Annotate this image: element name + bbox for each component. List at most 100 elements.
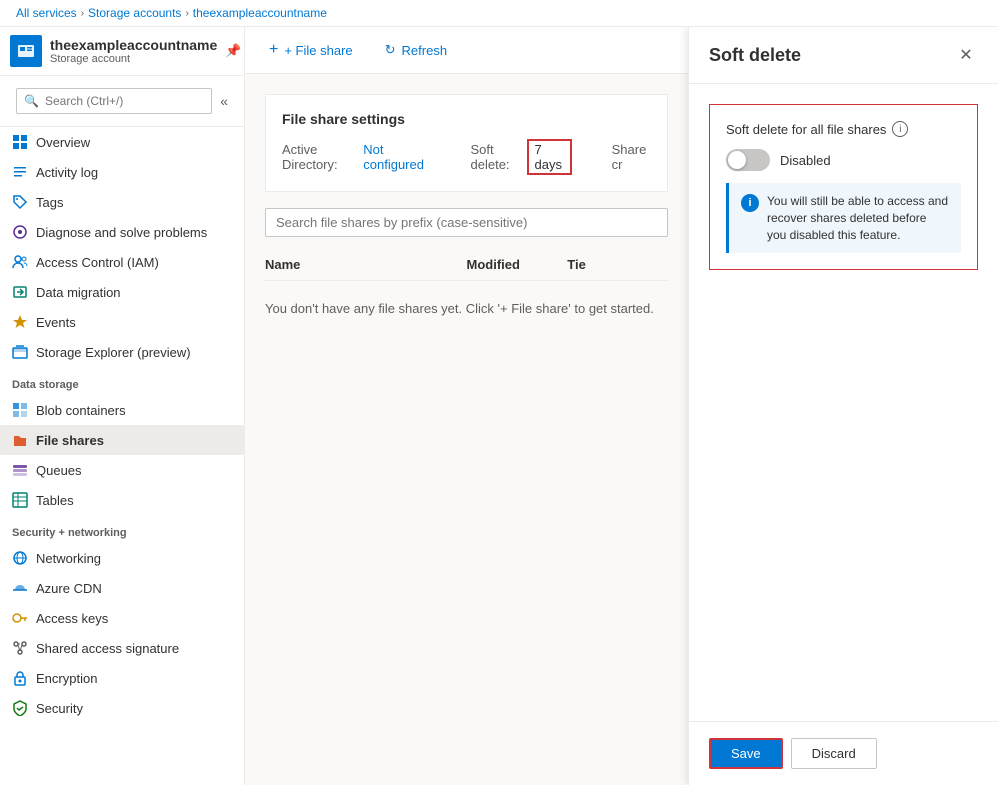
- events-icon: [12, 314, 28, 330]
- breadcrumb-sep1: ›: [81, 8, 84, 19]
- soft-delete-setting: Soft delete: 7 days: [471, 139, 572, 175]
- tables-icon: [12, 492, 28, 508]
- panel-body: Soft delete for all file shares i Disabl…: [689, 84, 998, 721]
- tags-icon: [12, 194, 28, 210]
- shared-access-icon: [12, 640, 28, 656]
- info-tooltip-icon[interactable]: i: [892, 121, 908, 137]
- soft-delete-value[interactable]: 7 days: [527, 139, 572, 175]
- sidebar-item-file-shares[interactable]: File shares: [0, 425, 244, 455]
- breadcrumb-all-services[interactable]: All services: [16, 6, 77, 20]
- col-tier: Tie: [567, 257, 668, 272]
- file-share-search-input[interactable]: [265, 208, 668, 237]
- data-migration-label: Data migration: [36, 285, 121, 300]
- info-icon: i: [741, 194, 759, 212]
- header-icons: 📌 ···: [225, 43, 245, 59]
- soft-delete-toggle[interactable]: [726, 149, 770, 171]
- blob-containers-icon: [12, 402, 28, 418]
- active-directory-label: Active Directory:: [282, 142, 357, 172]
- sidebar-item-shared-access[interactable]: Shared access signature: [0, 633, 244, 663]
- sidebar-item-security[interactable]: Security: [0, 693, 244, 723]
- toggle-container: Disabled: [726, 149, 961, 171]
- storage-explorer-label: Storage Explorer (preview): [36, 345, 191, 360]
- soft-delete-box: Soft delete for all file shares i Disabl…: [709, 104, 978, 270]
- networking-icon: [12, 550, 28, 566]
- data-storage-section-label: Data storage: [0, 367, 244, 395]
- share-cross-label: Share cr: [612, 142, 651, 172]
- panel-title: Soft delete: [709, 45, 801, 66]
- add-file-share-button[interactable]: + + File share: [261, 37, 361, 63]
- settings-row: Active Directory: Not configured Soft de…: [282, 139, 651, 175]
- queues-label: Queues: [36, 463, 82, 478]
- refresh-label: Refresh: [402, 43, 448, 58]
- soft-delete-feature-label: Soft delete for all file shares i: [726, 121, 961, 137]
- share-cross-setting: Share cr: [612, 142, 651, 172]
- active-directory-setting: Active Directory: Not configured: [282, 142, 431, 172]
- tags-label: Tags: [36, 195, 63, 210]
- sidebar-item-networking[interactable]: Networking: [0, 543, 244, 573]
- sidebar-nav: Overview Activity log Tags Diagnose and …: [0, 127, 244, 785]
- sidebar-item-blob-containers[interactable]: Blob containers: [0, 395, 244, 425]
- sidebar-item-data-migration[interactable]: Data migration: [0, 277, 244, 307]
- data-migration-icon: [12, 284, 28, 300]
- content-toolbar: + + File share ↻ Refresh: [245, 27, 688, 74]
- sidebar-item-access-keys[interactable]: Access keys: [0, 603, 244, 633]
- main-content: + + File share ↻ Refresh File share sett…: [245, 27, 688, 785]
- networking-label: Networking: [36, 551, 101, 566]
- file-shares-icon: [12, 432, 28, 448]
- security-section-label: Security + networking: [0, 515, 244, 543]
- breadcrumb-storage-accounts[interactable]: Storage accounts: [88, 6, 181, 20]
- settings-title: File share settings: [282, 111, 651, 127]
- shared-access-label: Shared access signature: [36, 641, 179, 656]
- file-shares-label: File shares: [36, 433, 104, 448]
- activity-log-label: Activity log: [36, 165, 98, 180]
- account-info: theexampleaccountname Storage account: [50, 37, 217, 65]
- sidebar-item-tables[interactable]: Tables: [0, 485, 244, 515]
- active-directory-value[interactable]: Not configured: [363, 142, 430, 172]
- activity-log-icon: [12, 164, 28, 180]
- sidebar-item-access-control[interactable]: Access Control (IAM): [0, 247, 244, 277]
- pin-icon[interactable]: 📌: [225, 43, 241, 59]
- encryption-label: Encryption: [36, 671, 97, 686]
- blob-containers-label: Blob containers: [36, 403, 126, 418]
- panel-header: Soft delete ✕: [689, 27, 998, 84]
- discard-button[interactable]: Discard: [791, 738, 877, 769]
- refresh-icon: ↻: [385, 42, 396, 58]
- sidebar-item-azure-cdn[interactable]: Azure CDN: [0, 573, 244, 603]
- panel-footer: Save Discard: [689, 721, 998, 785]
- access-control-icon: [12, 254, 28, 270]
- toggle-knob: [728, 151, 746, 169]
- access-keys-icon: [12, 610, 28, 626]
- sidebar-item-queues[interactable]: Queues: [0, 455, 244, 485]
- file-share-settings: File share settings Active Directory: No…: [265, 94, 668, 192]
- storage-explorer-icon: [12, 344, 28, 360]
- overview-label: Overview: [36, 135, 90, 150]
- breadcrumb-sep2: ›: [185, 8, 188, 19]
- toggle-state-label: Disabled: [780, 153, 831, 168]
- account-icon: [10, 35, 42, 67]
- add-file-share-label: + File share: [284, 43, 352, 58]
- sidebar-item-diagnose[interactable]: Diagnose and solve problems: [0, 217, 244, 247]
- search-input[interactable]: [16, 88, 212, 114]
- overview-icon: [12, 134, 28, 150]
- account-subtitle: Storage account: [50, 53, 217, 65]
- breadcrumb-account: theexampleaccountname: [193, 6, 327, 20]
- sidebar-item-events[interactable]: Events: [0, 307, 244, 337]
- close-panel-button[interactable]: ✕: [954, 43, 978, 67]
- azure-cdn-label: Azure CDN: [36, 581, 102, 596]
- security-icon: [12, 700, 28, 716]
- account-title: theexampleaccountname: [50, 37, 217, 53]
- sidebar-item-activity-log[interactable]: Activity log: [0, 157, 244, 187]
- save-button[interactable]: Save: [709, 738, 783, 769]
- sidebar-item-overview[interactable]: Overview: [0, 127, 244, 157]
- soft-delete-panel: Soft delete ✕ Soft delete for all file s…: [688, 27, 998, 785]
- sidebar-item-storage-explorer[interactable]: Storage Explorer (preview): [0, 337, 244, 367]
- info-banner: i You will still be able to access and r…: [726, 183, 961, 253]
- events-label: Events: [36, 315, 76, 330]
- collapse-button[interactable]: «: [220, 93, 228, 109]
- sidebar-item-encryption[interactable]: Encryption: [0, 663, 244, 693]
- sidebar-item-tags[interactable]: Tags: [0, 187, 244, 217]
- refresh-button[interactable]: ↻ Refresh: [377, 38, 455, 62]
- access-keys-label: Access keys: [36, 611, 108, 626]
- diagnose-label: Diagnose and solve problems: [36, 225, 207, 240]
- security-label: Security: [36, 701, 83, 716]
